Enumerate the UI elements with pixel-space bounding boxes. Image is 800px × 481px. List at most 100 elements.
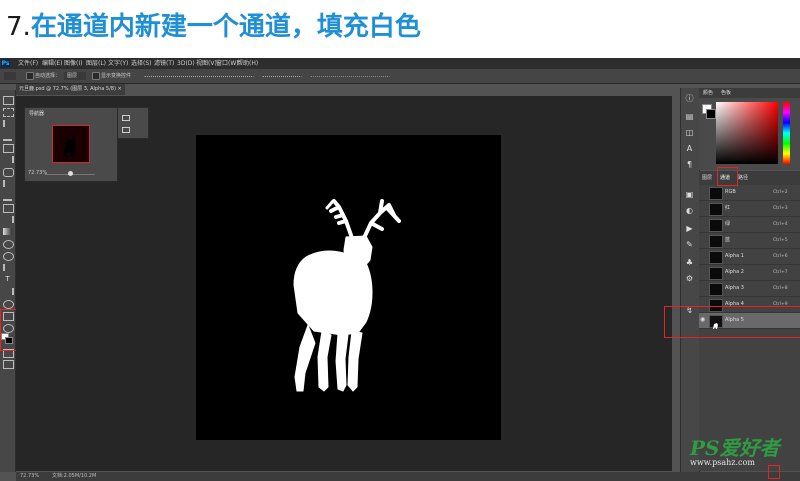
highlight-new-channel-button xyxy=(768,465,780,479)
channel-row-red[interactable]: 红 Ctrl+3 xyxy=(699,201,800,217)
channel-name: 绿 xyxy=(725,221,731,227)
marquee-tool-icon[interactable] xyxy=(3,108,14,117)
channel-name: Alpha 2 xyxy=(725,269,744,275)
channel-thumbnail xyxy=(709,203,723,216)
navigator-title: 导航器 xyxy=(29,111,45,117)
adjustments-panel-icon[interactable]: ◐ xyxy=(685,206,694,215)
status-bar: 72.73% 文档:2.05M/10.2M xyxy=(16,472,800,481)
document-tab[interactable]: 元旦鹿.psd @ 72.7% (图层 3, Alpha 5/8) × xyxy=(16,84,125,95)
channel-shortcut: Ctrl+3 xyxy=(773,206,788,211)
tool-presets-panel-icon[interactable]: ⚙ xyxy=(685,274,694,283)
histogram-icon[interactable] xyxy=(122,115,130,121)
type-tool-icon[interactable]: T xyxy=(3,276,12,283)
layers-panel-tabs: 图层 通道 路径 xyxy=(699,171,800,185)
menu-select[interactable]: 选择(S) xyxy=(131,58,152,69)
shape-tool-icon[interactable] xyxy=(3,300,14,309)
auto-select-dropdown[interactable]: 图层 xyxy=(64,72,86,80)
visibility-eye-icon[interactable] xyxy=(700,205,706,211)
status-doc-info[interactable]: 文档:2.05M/10.2M xyxy=(52,472,96,481)
history-brush-icon[interactable] xyxy=(3,204,14,213)
dodge-tool-icon[interactable] xyxy=(3,252,14,261)
channel-name: 红 xyxy=(725,205,731,211)
auto-select-checkbox[interactable] xyxy=(26,72,34,80)
move-tool-icon[interactable] xyxy=(3,96,14,105)
clone-stamp-icon[interactable] xyxy=(3,192,12,201)
channel-shortcut: Ctrl+7 xyxy=(773,270,788,275)
magic-wand-icon[interactable] xyxy=(3,132,12,141)
tab-layers[interactable]: 图层 xyxy=(702,171,712,185)
move-tool-preset[interactable] xyxy=(4,72,16,80)
pen-tool-icon[interactable] xyxy=(3,264,14,271)
document-canvas[interactable] xyxy=(196,135,501,440)
step-title: 7.在通道内新建一个通道，填充白色 xyxy=(6,6,421,43)
transform-controls-checkbox[interactable] xyxy=(92,72,100,80)
panel-background-swatch[interactable] xyxy=(706,109,716,119)
document-tab-title: 元旦鹿.psd @ 72.7% (图层 3, Alpha 5/8) xyxy=(19,86,116,92)
healing-brush-icon[interactable] xyxy=(3,168,14,177)
channel-row-rgb[interactable]: RGB Ctrl+2 xyxy=(699,185,800,201)
visibility-eye-icon[interactable] xyxy=(700,285,706,291)
visibility-eye-icon[interactable] xyxy=(700,253,706,259)
brush-tool-icon[interactable] xyxy=(3,180,14,187)
menu-layer[interactable]: 图层(L) xyxy=(86,58,106,69)
channel-shortcut: Ctrl+5 xyxy=(773,238,788,243)
navigator-thumbnail[interactable] xyxy=(52,125,90,163)
info-panel-icon[interactable]: ⓘ xyxy=(685,94,694,103)
channel-row-green[interactable]: 绿 Ctrl+4 xyxy=(699,217,800,233)
menu-help[interactable]: 帮助(H) xyxy=(237,58,258,69)
visibility-eye-icon[interactable] xyxy=(700,237,706,243)
menu-image[interactable]: 图像(I) xyxy=(64,58,82,69)
navigator-zoom-knob[interactable] xyxy=(68,171,73,176)
eyedropper-icon[interactable] xyxy=(3,156,14,163)
libraries-panel-icon[interactable]: ▣ xyxy=(685,190,694,199)
channel-row-blue[interactable]: 蓝 Ctrl+5 xyxy=(699,233,800,249)
path-selection-icon[interactable] xyxy=(3,288,14,295)
visibility-eye-icon[interactable] xyxy=(700,221,706,227)
color-field[interactable] xyxy=(716,102,778,164)
channel-row-alpha-2[interactable]: Alpha 2 Ctrl+7 xyxy=(699,265,800,281)
menu-window[interactable]: 窗口(W) xyxy=(216,58,239,69)
channel-thumbnail xyxy=(709,267,723,280)
gradient-tool-icon[interactable] xyxy=(3,228,12,235)
menu-view[interactable]: 视图(V) xyxy=(196,58,217,69)
highlight-alpha5-row xyxy=(664,306,800,338)
visibility-eye-icon[interactable] xyxy=(700,189,706,195)
channel-row-alpha-1[interactable]: Alpha 1 Ctrl+6 xyxy=(699,249,800,265)
channel-name: Alpha 1 xyxy=(725,253,744,259)
eraser-tool-icon[interactable] xyxy=(3,216,14,223)
navigator-zoom-value[interactable]: 72.73% xyxy=(28,170,47,176)
screen-mode-icon[interactable] xyxy=(3,360,14,369)
crop-tool-icon[interactable] xyxy=(3,144,14,153)
tab-color[interactable]: 颜色 xyxy=(703,88,713,98)
menu-filter[interactable]: 滤镜(T) xyxy=(154,58,174,69)
character-panel-icon[interactable]: A xyxy=(685,144,694,153)
menu-edit[interactable]: 编辑(E) xyxy=(42,58,62,69)
blur-tool-icon[interactable] xyxy=(3,240,14,249)
close-tab-icon[interactable]: × xyxy=(118,86,122,92)
visibility-eye-icon[interactable] xyxy=(700,269,706,275)
photoshop-logo: Ps xyxy=(1,59,10,68)
distribute-buttons[interactable] xyxy=(262,76,302,79)
histogram-panel xyxy=(117,107,149,139)
align-buttons[interactable] xyxy=(144,76,254,79)
paragraph-panel-icon[interactable]: ¶ xyxy=(685,160,694,169)
tab-swatches[interactable]: 色板 xyxy=(721,88,731,98)
properties-panel-icon[interactable]: ◫ xyxy=(685,128,694,137)
panel-icon-strip: ⓘ ▤ ◫ A ¶ ▣ ◐ ▶ ✎ ♣ ⚙ ↯ xyxy=(680,88,700,472)
menu-type[interactable]: 文字(Y) xyxy=(108,58,128,69)
menu-file[interactable]: 文件(F) xyxy=(18,58,38,69)
history-panel-icon[interactable]: ▤ xyxy=(685,112,694,121)
clone-source-panel-icon[interactable]: ♣ xyxy=(685,258,694,267)
actions-panel-icon[interactable]: ▶ xyxy=(685,224,694,233)
tools-panel: T ··· xyxy=(0,90,16,472)
channel-thumbnail xyxy=(709,187,723,200)
channel-row-alpha-3[interactable]: Alpha 3 Ctrl+8 xyxy=(699,281,800,297)
info-icon[interactable] xyxy=(122,127,130,133)
3d-mode-buttons[interactable] xyxy=(310,76,390,79)
status-zoom[interactable]: 72.73% xyxy=(20,472,39,481)
tab-paths[interactable]: 路径 xyxy=(738,171,748,185)
hue-slider[interactable] xyxy=(783,102,790,164)
menu-3d[interactable]: 3D(D) xyxy=(177,58,195,69)
lasso-tool-icon[interactable] xyxy=(3,120,14,127)
brush-panel-icon[interactable]: ✎ xyxy=(685,240,694,249)
